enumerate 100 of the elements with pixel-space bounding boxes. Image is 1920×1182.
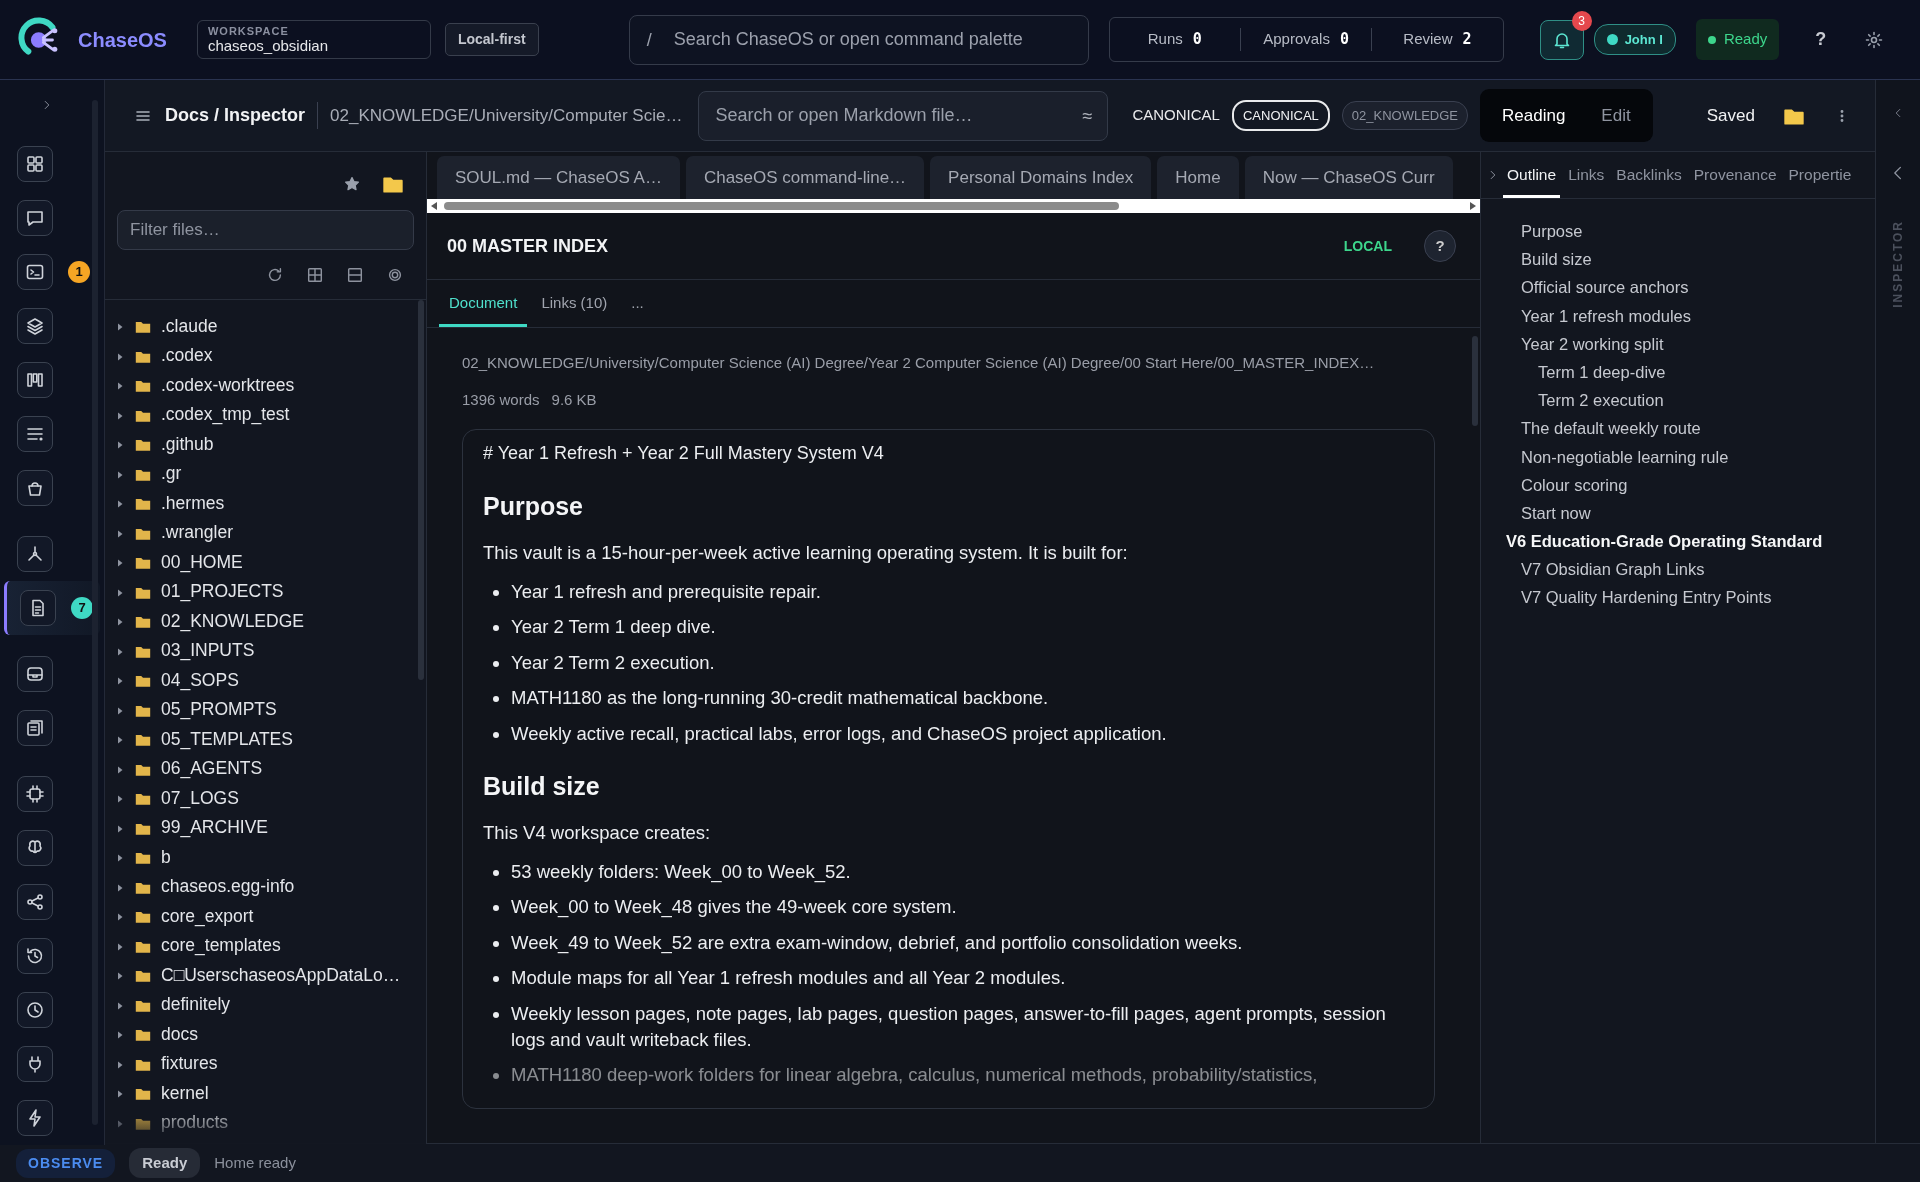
mode-toggle[interactable]: Edit xyxy=(1585,94,1647,137)
inspector-tab[interactable]: Propertie xyxy=(1784,162,1856,198)
caret-icon xyxy=(115,1118,125,1129)
folder-name: 00_HOME xyxy=(161,550,243,575)
folder-row[interactable]: definitely xyxy=(105,989,426,1019)
split-icon[interactable] xyxy=(346,266,364,284)
rail-item[interactable]: 1 xyxy=(4,245,100,299)
folder-row[interactable]: 01_PROJECTS xyxy=(105,576,426,606)
inspector-tab[interactable]: Backlinks xyxy=(1612,162,1686,198)
folder-row[interactable]: docs xyxy=(105,1019,426,1049)
mode-toggle[interactable]: Reading xyxy=(1486,94,1582,137)
outline-item[interactable]: Start now xyxy=(1521,503,1591,522)
caret-icon xyxy=(115,351,125,362)
file-tab[interactable]: ChaseOS command-line… xyxy=(685,156,925,199)
folder-row[interactable]: .codex xyxy=(105,340,426,370)
folder-row[interactable]: core_export xyxy=(105,901,426,931)
folder-row[interactable]: products xyxy=(105,1107,426,1137)
outline-item[interactable]: Non-negotiable learning rule xyxy=(1521,447,1729,466)
app-name: ChaseOS xyxy=(78,27,167,53)
document-tab[interactable]: Document xyxy=(439,291,528,327)
refresh-icon[interactable] xyxy=(266,266,284,284)
file-tab[interactable]: Personal Domains Index xyxy=(930,156,1152,199)
folder-row[interactable]: .claude xyxy=(105,311,426,341)
folder-row[interactable]: 06_AGENTS xyxy=(105,753,426,783)
outline-item[interactable]: Year 2 working split xyxy=(1521,334,1664,353)
folder-row[interactable]: C□UserschaseosAppDataLo… xyxy=(105,960,426,990)
folder-row[interactable]: 04_SOPS xyxy=(105,665,426,695)
document-tab[interactable]: Links (10) xyxy=(531,291,618,327)
fuzzy-toggle[interactable]: ≈ xyxy=(1082,102,1093,130)
file-tab[interactable]: SOUL.md — ChaseOS A… xyxy=(437,156,680,199)
outline-item[interactable]: V7 Quality Hardening Entry Points xyxy=(1521,588,1772,607)
scroll-right-icon[interactable] xyxy=(1469,202,1477,210)
inspector-tab[interactable]: Outline xyxy=(1503,162,1561,198)
caret-icon xyxy=(115,912,125,922)
caret-icon xyxy=(115,617,125,627)
horizontal-scrollbar[interactable] xyxy=(427,199,1480,213)
notification-count: 3 xyxy=(1571,10,1592,31)
filter-field[interactable]: Filter files… xyxy=(117,210,414,250)
counter-value: 0 xyxy=(1192,29,1202,51)
folder-row[interactable]: fixtures xyxy=(105,1048,426,1078)
folder-row[interactable]: .hermes xyxy=(105,488,426,518)
document-tab[interactable]: ... xyxy=(621,291,654,327)
grid-icon[interactable] xyxy=(306,266,324,284)
file-tab[interactable]: Home xyxy=(1157,156,1239,199)
help-button[interactable]: ? xyxy=(1424,230,1456,262)
user-chip[interactable]: John I xyxy=(1593,23,1676,56)
folder-row[interactable]: 02_KNOWLEDGE xyxy=(105,606,426,636)
folder-row[interactable]: .codex_tmp_test xyxy=(105,399,426,429)
folder-row[interactable]: 05_TEMPLATES xyxy=(105,724,426,754)
folder-name: .wrangler xyxy=(161,521,233,545)
help-button[interactable]: ? xyxy=(1815,26,1827,53)
caret-icon xyxy=(115,823,125,834)
bullet-dot xyxy=(493,731,499,738)
star-icon[interactable] xyxy=(344,175,360,192)
caret-icon xyxy=(115,499,125,509)
folder-name: .codex_tmp_test xyxy=(161,403,290,427)
folder-row[interactable]: 07_LOGS xyxy=(105,783,426,813)
folder-row[interactable]: chaseos.egg-info xyxy=(105,871,426,901)
bullet-dot xyxy=(493,976,499,982)
caret-icon xyxy=(115,646,125,657)
outline-item[interactable]: The default weekly route xyxy=(1521,419,1701,438)
folder-row[interactable]: .gr xyxy=(105,458,426,488)
folder-row[interactable]: b xyxy=(105,842,426,872)
file-tab[interactable]: Now — ChaseOS Curr xyxy=(1244,156,1453,199)
folder-row[interactable]: core_templates xyxy=(105,930,426,960)
folder-row[interactable]: 05_PROMPTS xyxy=(105,694,426,724)
outline-item[interactable]: Colour scoring xyxy=(1521,475,1628,494)
folder-row[interactable]: 03_INPUTS xyxy=(105,635,426,665)
folder-name: .hermes xyxy=(161,491,225,515)
outline-item[interactable]: Term 1 deep-dive xyxy=(1538,362,1666,381)
folder-row[interactable]: 00_HOME xyxy=(105,547,426,577)
folder-name: kernel xyxy=(161,1081,209,1105)
inspector-tab[interactable]: Provenance xyxy=(1689,162,1781,198)
folder-row[interactable]: 99_ARCHIVE xyxy=(105,812,426,842)
outline-item[interactable]: Year 1 refresh modules xyxy=(1521,306,1691,325)
rail-item[interactable]: 7 xyxy=(4,581,100,635)
filter-chip[interactable]: CANONICAL xyxy=(1231,99,1330,132)
folder-name: products xyxy=(161,1111,229,1135)
list-item: Week_49 to Week_52 are extra exam-window, debrief, and portfolio consolidation weeks. xyxy=(511,930,1243,956)
folder-row[interactable]: .github xyxy=(105,429,426,459)
folder-row[interactable]: .wrangler xyxy=(105,517,426,547)
folder-row[interactable]: .codex-worktrees xyxy=(105,370,426,400)
document-path: 02_KNOWLEDGE/University/Computer Science (AI) Degree/Year 2 Computer Science (AI) Degree/00 Start Here/00_MASTER_INDEX… xyxy=(462,353,1376,373)
bullet-dot xyxy=(493,1073,499,1079)
folder-row[interactable]: kernel xyxy=(105,1078,426,1108)
outline-item[interactable]: Official source anchors xyxy=(1521,278,1689,297)
outline-item[interactable]: Term 2 execution xyxy=(1538,391,1664,410)
outline-item[interactable]: V6 Education-Grade Operating Standard xyxy=(1506,532,1823,551)
target-icon[interactable] xyxy=(386,266,404,284)
workspace-selector[interactable]: WORKSPACE chaseos_obsidian xyxy=(196,19,431,60)
scroll-left-icon[interactable] xyxy=(430,202,438,210)
settings-icon[interactable] xyxy=(1864,30,1885,51)
inspector-tab[interactable]: Links xyxy=(1564,162,1609,198)
outline-item[interactable]: Build size xyxy=(1521,250,1592,269)
filter-chip[interactable]: 02_KNOWLEDGE xyxy=(1341,100,1469,131)
outline-item[interactable]: Purpose xyxy=(1521,222,1583,240)
mode-badge: Local-first xyxy=(444,23,539,56)
counter-label: Runs xyxy=(1147,29,1183,50)
folder-name: core_export xyxy=(161,904,254,929)
outline-item[interactable]: V7 Obsidian Graph Links xyxy=(1521,560,1705,579)
